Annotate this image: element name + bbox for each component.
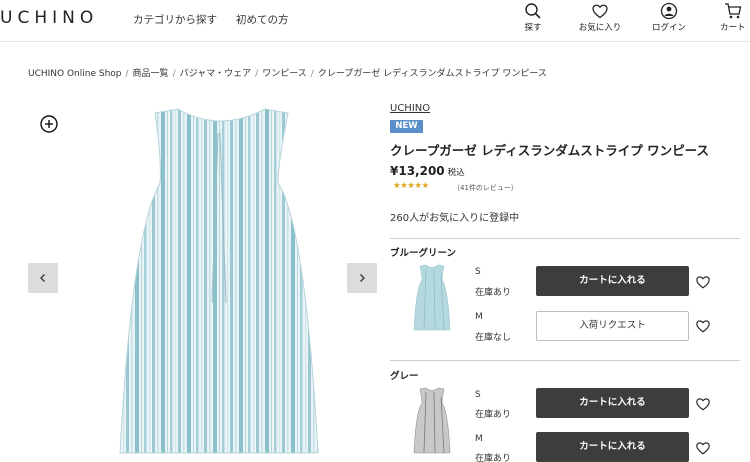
add-to-cart-button[interactable]: カートに入れる bbox=[536, 388, 689, 418]
chevron-left-icon bbox=[40, 274, 45, 282]
size-label: M bbox=[475, 312, 483, 322]
breadcrumb-separator: / bbox=[255, 69, 259, 79]
divider bbox=[390, 238, 740, 239]
zoom-plus-icon bbox=[40, 115, 58, 133]
heart-icon[interactable] bbox=[695, 440, 711, 456]
site-logo[interactable]: UCHINO bbox=[0, 8, 98, 28]
breadcrumb-separator: / bbox=[125, 69, 129, 79]
heart-icon[interactable] bbox=[695, 318, 711, 334]
breadcrumb-item[interactable]: UCHINO Online Shop bbox=[28, 69, 122, 79]
rating-stars: ★★★★★ bbox=[393, 181, 429, 191]
size-label: S bbox=[475, 267, 481, 277]
login-label: ログイン bbox=[651, 23, 686, 33]
cart-label: カート bbox=[720, 23, 746, 33]
product-main-image bbox=[119, 108, 319, 454]
heart-icon[interactable] bbox=[695, 396, 711, 412]
search-label: 探す bbox=[524, 23, 542, 33]
breadcrumb-item[interactable]: パジャマ・ウェア bbox=[180, 69, 252, 79]
nav-category-search[interactable]: カテゴリから探す bbox=[133, 12, 217, 27]
breadcrumb-item[interactable]: ワンピース bbox=[262, 69, 307, 79]
variant-thumbnail[interactable] bbox=[412, 387, 452, 455]
size-label: M bbox=[475, 434, 483, 444]
header-login-button[interactable]: ログイン bbox=[639, 2, 699, 40]
size-label: S bbox=[475, 390, 481, 400]
heart-icon[interactable] bbox=[695, 274, 711, 290]
favorites-label: お気に入り bbox=[578, 23, 622, 33]
stock-status: 在庫あり bbox=[475, 410, 512, 420]
stock-status: 在庫あり bbox=[475, 454, 512, 462]
chevron-right-icon bbox=[360, 274, 365, 282]
search-icon bbox=[525, 3, 541, 19]
tax-label: 税込 bbox=[447, 168, 465, 178]
header-favorites-button[interactable]: お気に入り bbox=[570, 2, 630, 40]
product-price: ¥13,200 税込 bbox=[390, 164, 465, 178]
add-to-cart-button[interactable]: カートに入れる bbox=[536, 266, 689, 296]
zoom-button[interactable] bbox=[40, 115, 58, 133]
gallery-prev-button[interactable] bbox=[28, 263, 58, 293]
add-to-cart-button[interactable]: カートに入れる bbox=[536, 432, 689, 462]
price-value: ¥13,200 bbox=[390, 164, 445, 178]
nav-first-time[interactable]: 初めての方 bbox=[236, 12, 289, 27]
breadcrumb-current: クレープガーゼ レディスランダムストライプ ワンピース bbox=[317, 69, 547, 79]
user-icon bbox=[660, 2, 678, 20]
heart-icon bbox=[592, 4, 608, 19]
brand-link[interactable]: UCHINO bbox=[390, 103, 430, 114]
breadcrumb-separator: / bbox=[172, 69, 176, 79]
variant-color-name: グレー bbox=[390, 371, 419, 382]
header-cart-button[interactable]: カート bbox=[720, 2, 750, 40]
variant-color-name: ブルーグリーン bbox=[390, 248, 457, 259]
breadcrumb-item[interactable]: 商品一覧 bbox=[133, 69, 169, 79]
stock-status: 在庫なし bbox=[475, 333, 512, 343]
restock-request-button[interactable]: 入荷リクエスト bbox=[536, 311, 689, 341]
stock-status: 在庫あり bbox=[475, 288, 512, 298]
review-count-link[interactable]: （41件のレビュー） bbox=[453, 183, 518, 193]
gallery-next-button[interactable] bbox=[347, 263, 377, 293]
variant-thumbnail[interactable] bbox=[412, 264, 452, 332]
site-header: UCHINO カテゴリから探す 初めての方 探す お気に入り ログイン カート bbox=[0, 0, 750, 42]
breadcrumb-separator: / bbox=[310, 69, 314, 79]
header-search-button[interactable]: 探す bbox=[503, 2, 563, 40]
cart-icon bbox=[725, 3, 742, 19]
breadcrumb: UCHINO Online Shop / 商品一覧 / パジャマ・ウェア / ワンピース / ク… bbox=[28, 66, 547, 79]
divider bbox=[390, 360, 740, 361]
favorite-count: 260人がお気に入りに登録中 bbox=[390, 213, 520, 224]
new-badge: NEW bbox=[390, 120, 423, 133]
product-title: クレープガーゼ レディスランダムストライプ ワンピース bbox=[390, 143, 709, 158]
